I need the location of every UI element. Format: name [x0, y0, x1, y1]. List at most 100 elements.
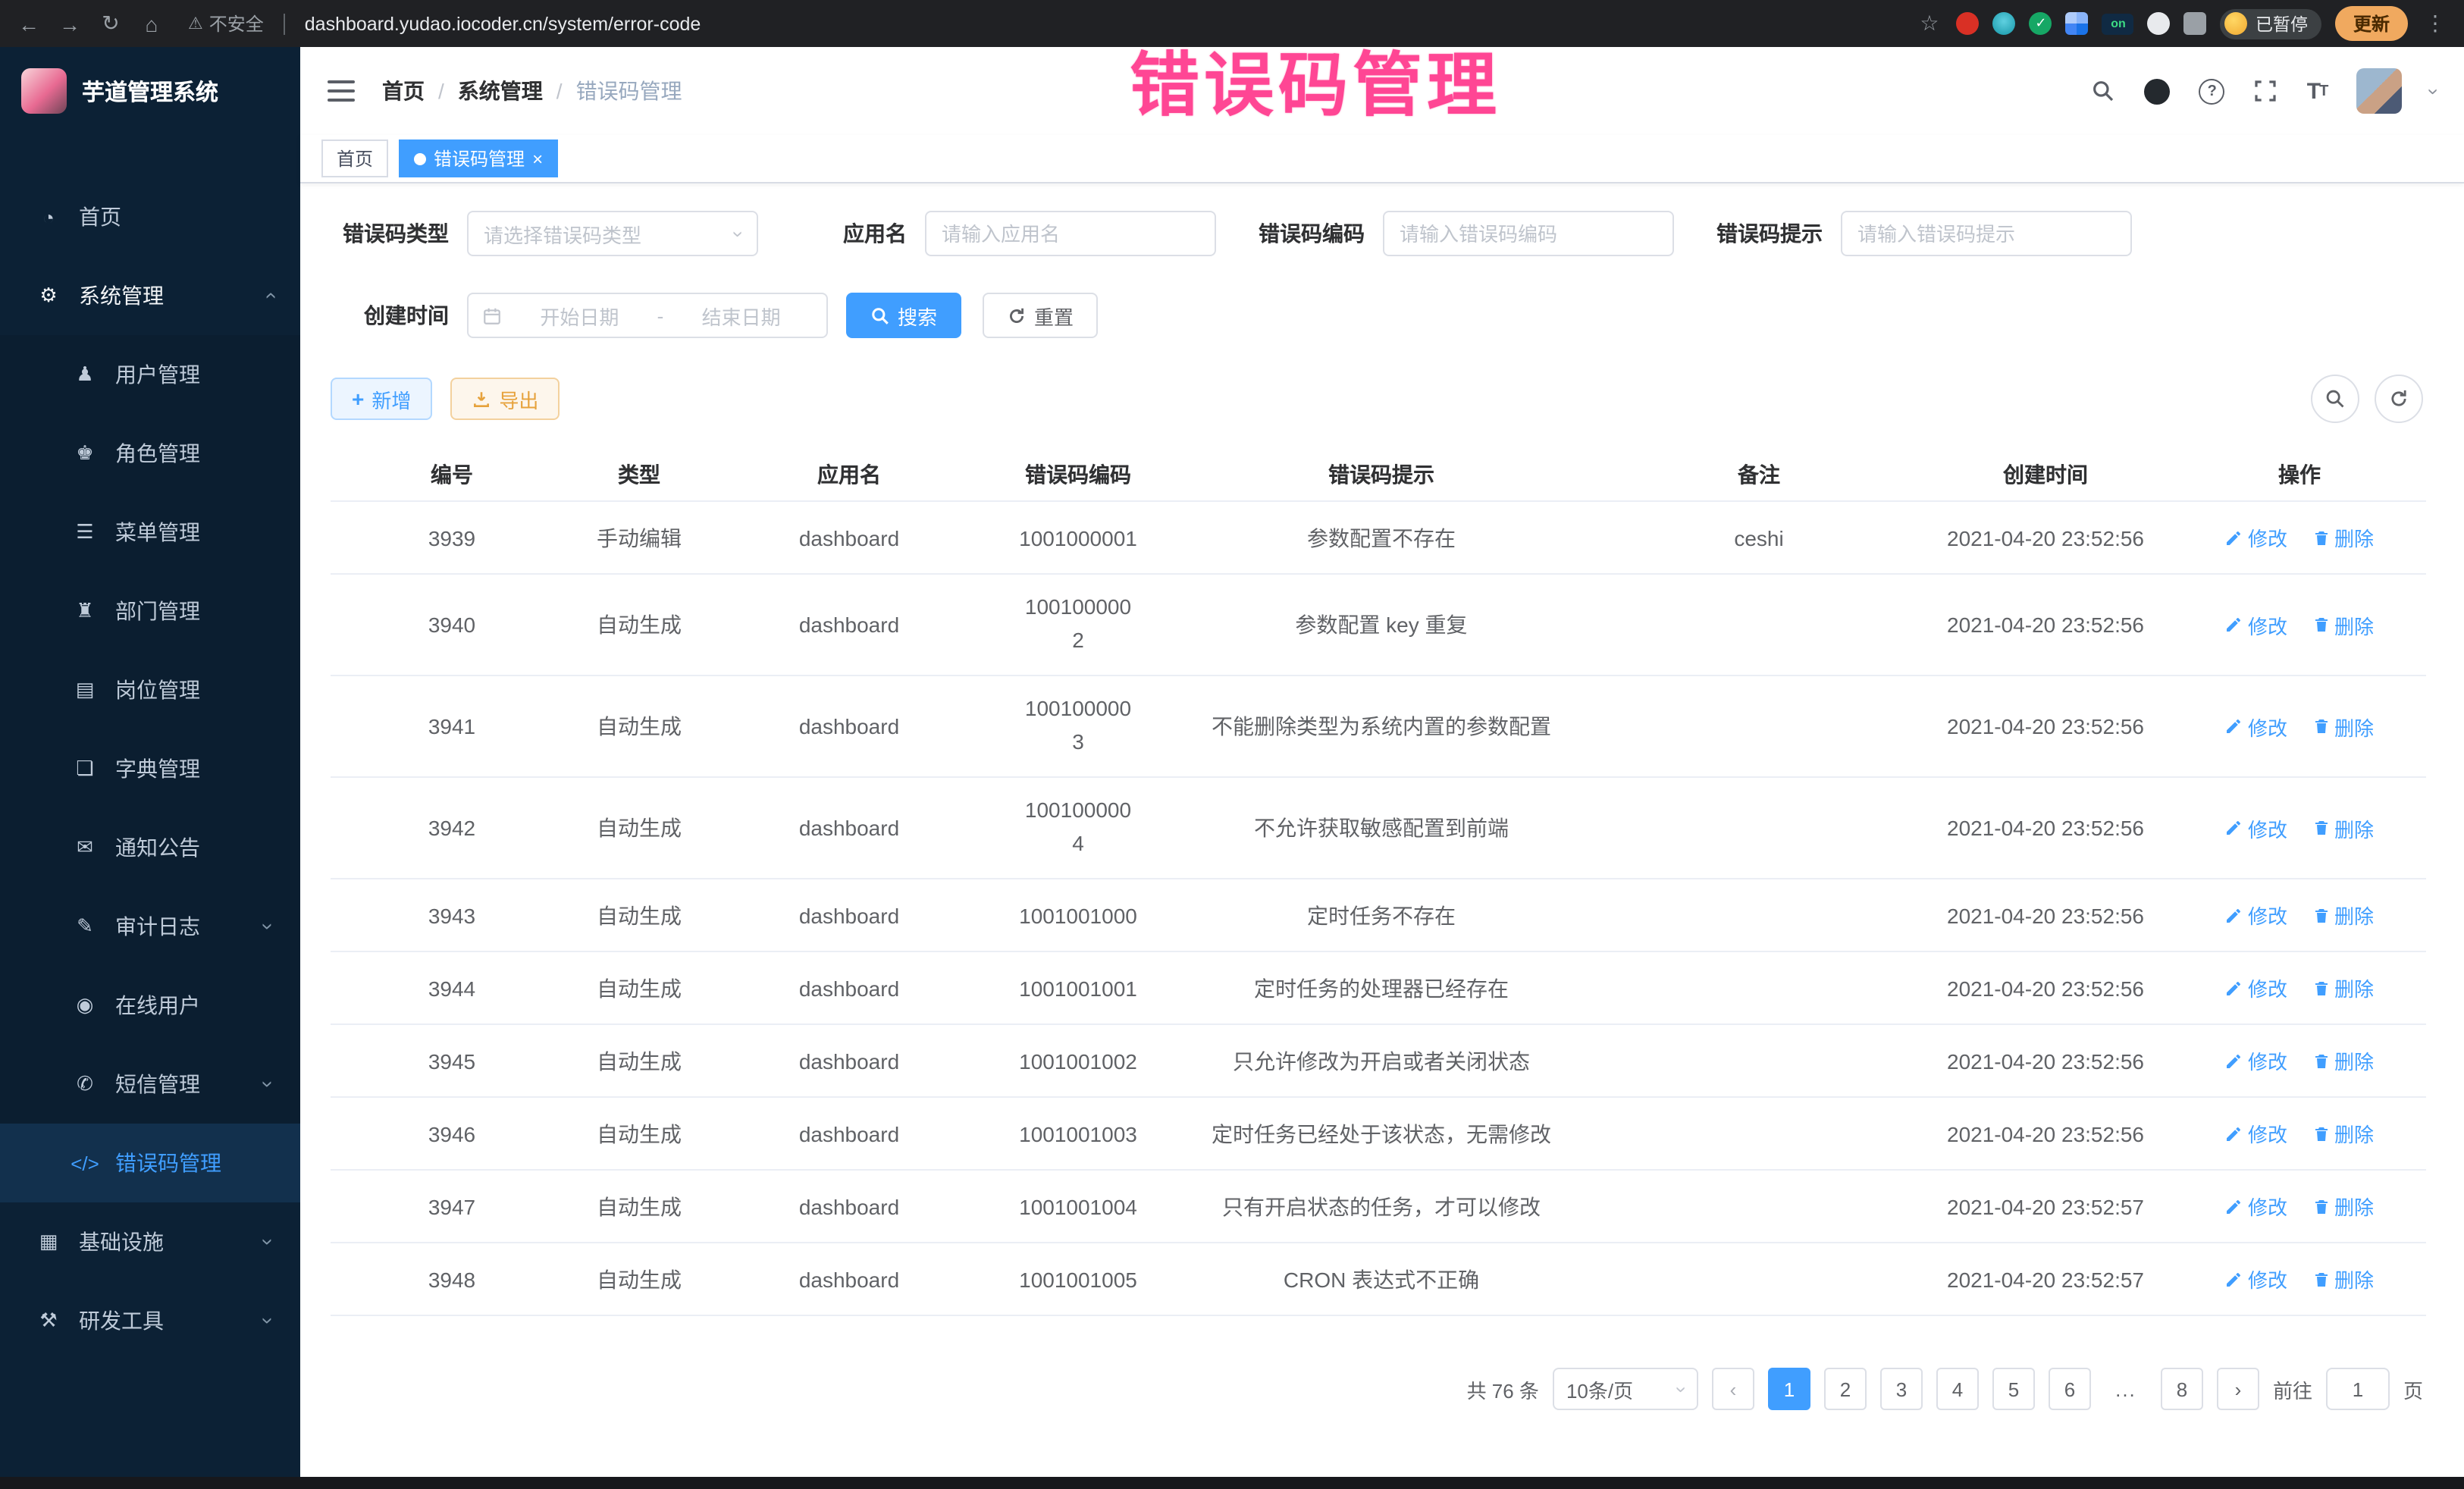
delete-link[interactable]: 删除 — [2312, 901, 2374, 929]
back-icon[interactable]: ← — [15, 11, 42, 36]
fullscreen-icon[interactable] — [2254, 79, 2278, 103]
cell-type: 手动编辑 — [573, 501, 705, 574]
sidebar-item-sms[interactable]: ✆ 短信管理 › — [0, 1045, 300, 1124]
page-button-6[interactable]: 6 — [2049, 1368, 2091, 1410]
edit-link[interactable]: 修改 — [2225, 712, 2287, 741]
page-button-4[interactable]: 4 — [1936, 1368, 1979, 1410]
add-button[interactable]: + 新增 — [331, 378, 432, 420]
sidebar-toggle-icon[interactable] — [328, 80, 355, 102]
sidebar-item-online-user[interactable]: ◉ 在线用户 — [0, 966, 300, 1045]
update-button[interactable]: 更新 — [2335, 6, 2408, 41]
online-user-icon: ◉ — [70, 993, 100, 1017]
goto-page-input[interactable] — [2326, 1368, 2390, 1410]
page-button-8[interactable]: 8 — [2161, 1368, 2203, 1410]
edit-link[interactable]: 修改 — [2225, 610, 2287, 639]
page-ellipsis[interactable]: ... — [2105, 1368, 2147, 1410]
help-icon[interactable]: ? — [2199, 78, 2225, 104]
cell-app: dashboard — [705, 1243, 993, 1315]
search-button[interactable]: 搜索 — [846, 293, 961, 338]
extensions-puzzle-icon[interactable] — [2184, 12, 2207, 35]
extension-icon-vpn[interactable]: on — [2102, 13, 2134, 34]
sidebar-item-post[interactable]: ▤ 岗位管理 — [0, 650, 300, 729]
delete-link[interactable]: 删除 — [2312, 1192, 2374, 1221]
edit-link[interactable]: 修改 — [2225, 1192, 2287, 1221]
extension-icon-red[interactable] — [1957, 12, 1980, 35]
browser-profile-chip[interactable]: 已暂停 — [2221, 8, 2321, 39]
cell-app: dashboard — [705, 879, 993, 951]
sidebar-item-user[interactable]: ♟ 用户管理 — [0, 335, 300, 414]
sidebar-item-role[interactable]: ♚ 角色管理 — [0, 414, 300, 493]
app-logo[interactable]: 芋道管理系统 — [0, 47, 300, 135]
cell-id: 3948 — [331, 1243, 573, 1315]
delete-link[interactable]: 删除 — [2312, 610, 2374, 639]
browser-home-icon[interactable]: ⌂ — [138, 11, 165, 36]
extension-icon-grid[interactable] — [2066, 12, 2089, 35]
menu-kebab-icon[interactable]: ⋮ — [2422, 11, 2449, 36]
refresh-icon[interactable] — [2375, 375, 2423, 423]
bookmark-star-icon[interactable]: ☆ — [1916, 11, 1943, 36]
prev-page-button[interactable]: ‹ — [1712, 1368, 1754, 1410]
close-tab-icon[interactable]: × — [532, 149, 543, 168]
delete-link[interactable]: 删除 — [2312, 523, 2374, 552]
url-text[interactable]: dashboard.yudao.iocoder.cn/system/error-… — [305, 13, 701, 34]
edit-link[interactable]: 修改 — [2225, 813, 2287, 842]
delete-link[interactable]: 删除 — [2312, 1265, 2374, 1293]
error-code-input[interactable] — [1383, 211, 1674, 256]
sidebar-item-audit-log[interactable]: ✎ 审计日志 › — [0, 887, 300, 966]
sidebar-item-home[interactable]: ◔ 首页 — [0, 177, 300, 256]
edit-link[interactable]: 修改 — [2225, 1119, 2287, 1148]
cell-type: 自动生成 — [573, 1024, 705, 1097]
extension-icon-check[interactable]: ✓ — [2030, 12, 2052, 35]
sidebar-item-notice[interactable]: ✉ 通知公告 — [0, 808, 300, 887]
github-icon[interactable] — [2145, 78, 2171, 104]
delete-link[interactable]: 删除 — [2312, 712, 2374, 741]
edit-link[interactable]: 修改 — [2225, 523, 2287, 552]
app-name-input[interactable] — [925, 211, 1216, 256]
security-warning[interactable]: ⚠ 不安全 — [188, 11, 264, 36]
edit-link[interactable]: 修改 — [2225, 973, 2287, 1002]
tab-home[interactable]: 首页 — [321, 139, 388, 177]
cell-app: dashboard — [705, 1024, 993, 1097]
reset-button[interactable]: 重置 — [983, 293, 1098, 338]
font-size-icon[interactable]: TT — [2307, 78, 2328, 104]
breadcrumb-system[interactable]: 系统管理 — [458, 76, 543, 106]
page-size-select[interactable]: 10条/页 › — [1553, 1368, 1698, 1410]
sidebar-item-menu[interactable]: ☰ 菜单管理 — [0, 493, 300, 572]
delete-link[interactable]: 删除 — [2312, 1119, 2374, 1148]
edit-link[interactable]: 修改 — [2225, 1046, 2287, 1075]
sidebar-item-system[interactable]: ⚙ 系统管理 › — [0, 256, 300, 335]
error-code-table: 编号 类型 应用名 错误码编码 错误码提示 备注 创建时间 操作 3939 手动… — [331, 447, 2426, 1316]
avatar-chevron-down-icon[interactable]: › — [2422, 88, 2445, 95]
export-button[interactable]: 导出 — [450, 378, 560, 420]
toggle-search-icon[interactable] — [2311, 375, 2359, 423]
header-search-icon[interactable] — [2092, 79, 2116, 103]
page-button-3[interactable]: 3 — [1880, 1368, 1923, 1410]
breadcrumb-home[interactable]: 首页 — [382, 76, 425, 106]
extension-icon-drop[interactable] — [1993, 12, 2016, 35]
error-hint-input[interactable] — [1841, 211, 2132, 256]
page-button-2[interactable]: 2 — [1824, 1368, 1867, 1410]
cell-actions: 修改 删除 — [2173, 951, 2426, 1024]
extension-icon-paw[interactable] — [2148, 12, 2171, 35]
delete-link[interactable]: 删除 — [2312, 1046, 2374, 1075]
pencil-icon — [2225, 819, 2243, 837]
sidebar-item-infra[interactable]: ▦ 基础设施 › — [0, 1202, 300, 1281]
reload-icon[interactable]: ↻ — [97, 11, 124, 36]
page-button-1[interactable]: 1 — [1768, 1368, 1810, 1410]
delete-link[interactable]: 删除 — [2312, 973, 2374, 1002]
sidebar-item-dict[interactable]: ❏ 字典管理 — [0, 729, 300, 808]
edit-link[interactable]: 修改 — [2225, 1265, 2287, 1293]
forward-icon[interactable]: → — [56, 11, 83, 36]
page-button-5[interactable]: 5 — [1992, 1368, 2035, 1410]
create-time-range-picker[interactable]: 开始日期 - 结束日期 — [467, 293, 828, 338]
delete-link[interactable]: 删除 — [2312, 813, 2374, 842]
sidebar-item-label: 部门管理 — [115, 596, 200, 626]
error-type-select[interactable]: 请选择错误码类型 › — [467, 211, 758, 256]
edit-link[interactable]: 修改 — [2225, 901, 2287, 929]
sidebar-item-error-code[interactable]: </> 错误码管理 — [0, 1124, 300, 1202]
next-page-button[interactable]: › — [2217, 1368, 2259, 1410]
tab-error-code[interactable]: 错误码管理 × — [399, 139, 558, 177]
sidebar-item-dev-tools[interactable]: ⚒ 研发工具 › — [0, 1281, 300, 1360]
user-avatar[interactable] — [2356, 68, 2401, 114]
sidebar-item-dept[interactable]: ♜ 部门管理 — [0, 572, 300, 650]
